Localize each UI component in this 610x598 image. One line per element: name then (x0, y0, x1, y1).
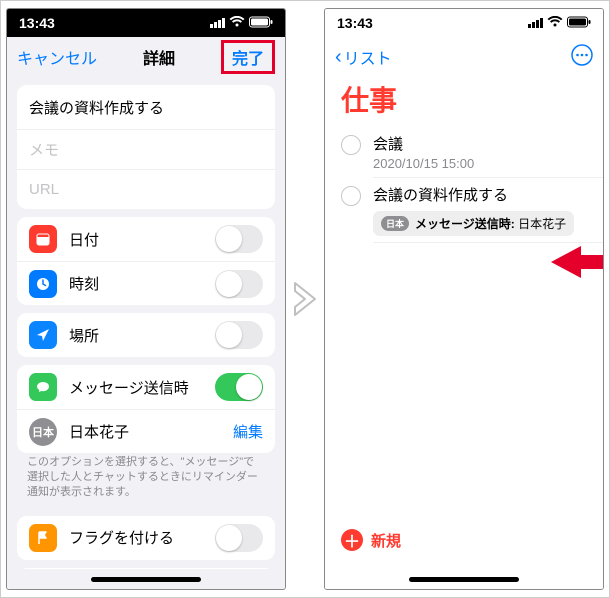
messaging-badge: 日本 メッセージ送信時: 日本花子 (373, 211, 574, 236)
item-subtitle: 2020/10/15 15:00 (373, 156, 587, 171)
title-field[interactable]: 会議の資料作成する (17, 85, 275, 129)
home-indicator (7, 569, 285, 589)
complete-circle-icon[interactable] (341, 135, 361, 155)
ellipsis-circle-icon (571, 44, 593, 66)
edit-contact-button[interactable]: 編集 (233, 421, 263, 442)
callout-arrow-icon (551, 242, 603, 287)
flag-toggle[interactable] (215, 524, 263, 552)
date-toggle[interactable] (215, 225, 263, 253)
calendar-icon (29, 225, 57, 253)
battery-icon (567, 15, 591, 31)
group-date-time: 日付 時刻 (17, 217, 275, 305)
done-button-highlight: 完了 (221, 40, 275, 74)
cancel-button[interactable]: キャンセル (17, 45, 97, 69)
status-time: 13:43 (337, 15, 373, 31)
battery-icon (249, 15, 273, 31)
more-button[interactable] (571, 44, 593, 71)
complete-circle-icon[interactable] (341, 186, 361, 206)
status-indicators (528, 15, 591, 31)
nav-bar: キャンセル 詳細 完了 (7, 37, 285, 77)
wifi-icon (229, 15, 245, 31)
plus-circle-icon: ＋ (341, 529, 363, 551)
nav-bar: ‹ リスト (325, 37, 603, 77)
list-item[interactable]: 会議 2020/10/15 15:00 (325, 127, 603, 177)
row-flag[interactable]: フラグを付ける (17, 516, 275, 560)
reminder-list: 仕事 会議 2020/10/15 15:00 会議の資料作成する 日本 メッセー… (325, 77, 603, 569)
message-icon (29, 373, 57, 401)
row-priority[interactable]: 優先順位 なし › (17, 568, 275, 569)
phone-right: 13:43 ‹ リスト 仕事 会議 2020/10 (324, 8, 604, 590)
phone-left: 13:43 キャンセル 詳細 完了 会議の資料作成する メモ (6, 8, 286, 590)
time-toggle[interactable] (215, 270, 263, 298)
messaging-toggle[interactable] (215, 373, 263, 401)
status-indicators (210, 15, 273, 31)
url-field[interactable]: URL (17, 169, 275, 209)
status-time: 13:43 (19, 15, 55, 31)
detail-form: 会議の資料作成する メモ URL 日付 (7, 77, 285, 569)
messaging-footnote: このオプションを選択すると、"メッセージ"で選択した人とチャットするときにリマイ… (7, 455, 285, 508)
contact-mini-icon: 日本 (381, 216, 409, 231)
chevron-left-icon: ‹ (335, 47, 342, 67)
list-item[interactable]: 会議の資料作成する 日本 メッセージ送信時: 日本花子 (325, 178, 603, 242)
transition-arrow-icon (290, 279, 320, 319)
group-priority-list: 優先順位 なし › リスト 仕事 › (17, 568, 275, 569)
nav-title: 詳細 (143, 45, 175, 69)
cellular-icon (528, 18, 543, 28)
status-bar: 13:43 (7, 9, 285, 37)
location-toggle[interactable] (215, 321, 263, 349)
group-title-memo-url: 会議の資料作成する メモ URL (17, 85, 275, 209)
row-messaging[interactable]: メッセージ送信時 (17, 365, 275, 409)
clock-icon (29, 270, 57, 298)
status-bar: 13:43 (325, 9, 603, 37)
item-title: 会議の資料作成する (373, 184, 587, 205)
list-title: 仕事 (325, 77, 603, 127)
memo-field[interactable]: メモ (17, 129, 275, 169)
row-location[interactable]: 場所 (17, 313, 275, 357)
location-icon (29, 321, 57, 349)
cellular-icon (210, 18, 225, 28)
row-date[interactable]: 日付 (17, 217, 275, 261)
item-title: 会議 (373, 133, 587, 154)
row-contact[interactable]: 日本 日本花子 編集 (17, 409, 275, 453)
done-button[interactable]: 完了 (232, 51, 264, 68)
home-indicator (325, 569, 603, 589)
wifi-icon (547, 15, 563, 31)
group-flag: フラグを付ける (17, 516, 275, 560)
new-reminder-button[interactable]: ＋ 新規 (341, 529, 401, 551)
row-time[interactable]: 時刻 (17, 261, 275, 305)
group-messaging: メッセージ送信時 日本 日本花子 編集 (17, 365, 275, 453)
flag-icon (29, 524, 57, 552)
back-button[interactable]: ‹ リスト (335, 45, 392, 69)
group-location: 場所 (17, 313, 275, 357)
contact-avatar-icon: 日本 (29, 418, 57, 446)
